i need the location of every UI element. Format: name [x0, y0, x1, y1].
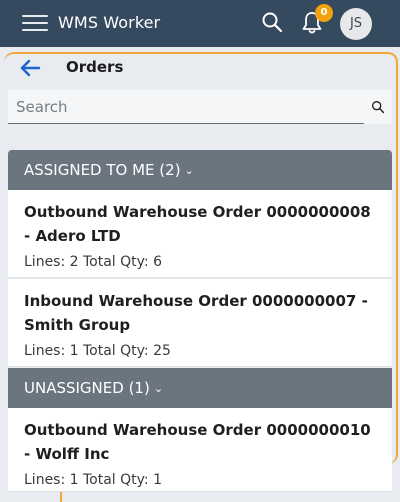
search-icon [372, 101, 385, 114]
group-label: UNASSIGNED (1) [24, 379, 150, 397]
search-icon[interactable] [260, 10, 284, 34]
order-title: Inbound Warehouse Order 0000000007 - Smi… [24, 292, 368, 334]
chevron-down-icon: ⌄ [184, 164, 194, 177]
search-input[interactable] [8, 90, 364, 124]
hamburger-menu-icon[interactable] [22, 12, 48, 34]
search-bar [8, 90, 392, 124]
group-header-assigned[interactable]: ASSIGNED TO ME (2) ⌄ [8, 150, 392, 190]
app-title: WMS Worker [58, 13, 161, 32]
search-button[interactable] [364, 90, 392, 124]
order-title: Outbound Warehouse Order 0000000010 - Wo… [24, 421, 371, 463]
order-summary: Lines: 1 Total Qty: 25 [24, 343, 171, 359]
order-summary: Lines: 1 Total Qty: 1 [24, 472, 162, 488]
back-arrow-icon[interactable] [18, 56, 42, 80]
group-label: ASSIGNED TO ME (2) [24, 161, 181, 179]
order-list-item[interactable]: Outbound Warehouse Order 0000000010 - Wo… [8, 408, 392, 492]
user-avatar[interactable]: JS [340, 8, 372, 40]
page-title: Orders [66, 58, 124, 76]
order-list-item[interactable]: Outbound Warehouse Order 0000000008 - Ad… [8, 190, 392, 278]
order-list-item[interactable]: Inbound Warehouse Order 0000000007 - Smi… [8, 279, 392, 367]
group-header-unassigned[interactable]: UNASSIGNED (1) ⌄ [8, 368, 392, 408]
order-summary: Lines: 2 Total Qty: 6 [24, 254, 162, 270]
chevron-down-icon: ⌄ [153, 382, 164, 395]
notification-badge: 0 [315, 4, 333, 22]
app-header: WMS Worker 0 JS [0, 0, 400, 47]
order-title: Outbound Warehouse Order 0000000008 - Ad… [24, 203, 371, 245]
